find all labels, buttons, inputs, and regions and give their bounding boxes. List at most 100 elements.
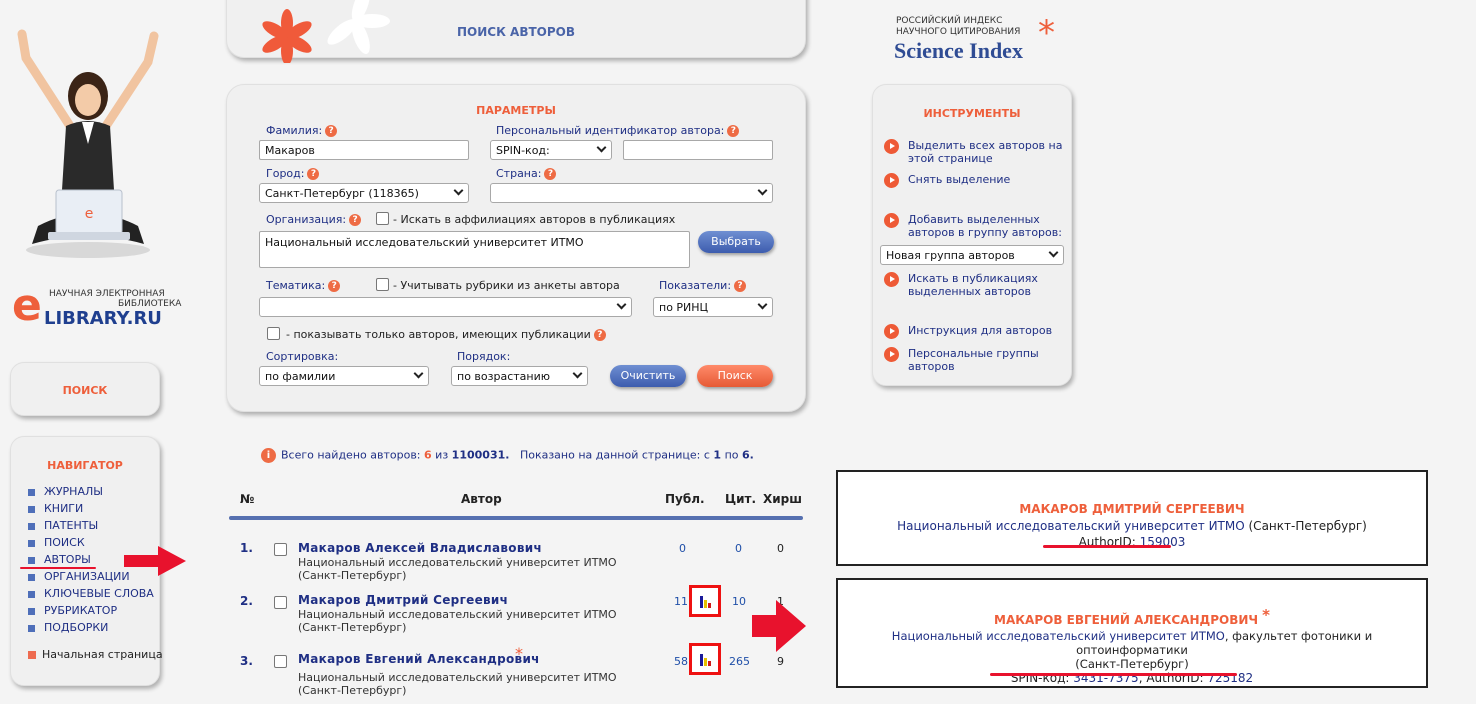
city-select[interactable]: Санкт-Петербург (118365): [259, 183, 469, 203]
sort-select[interactable]: по фамилии: [259, 366, 429, 386]
chevron-down-icon: [453, 185, 464, 196]
tool-select-all[interactable]: Выделить всех авторов на этой странице: [884, 139, 1068, 165]
elibrary-logo[interactable]: e НАУЧНАЯ ЭЛЕКТРОННАЯ БИБЛИОТЕКА LIBRARY…: [12, 280, 181, 331]
tool-personal-groups[interactable]: Персональные группы авторов: [884, 347, 1068, 373]
city-label: Город:?: [266, 167, 320, 180]
author-name-link[interactable]: Макаров Алексей Владиславович: [298, 541, 542, 555]
chevron-down-icon: [572, 368, 583, 379]
topic-select[interactable]: [259, 297, 632, 317]
brand-line1: РОССИЙСКИЙ ИНДЕКС: [896, 16, 1003, 26]
logo-name: LIBRARY.RU: [44, 308, 162, 329]
indicators-select[interactable]: по РИНЦ: [653, 297, 773, 317]
col-pubs[interactable]: Публ.: [665, 492, 705, 506]
bar-chart-icon: [700, 654, 711, 666]
card1-name: МАКАРОВ ДМИТРИЙ СЕРГЕЕВИЧ: [1019, 502, 1245, 516]
play-icon: [884, 324, 899, 339]
nav-item-journals[interactable]: ЖУРНАЛЫ: [28, 485, 103, 498]
help-icon[interactable]: ?: [349, 214, 362, 226]
cit-count[interactable]: 265: [724, 655, 750, 668]
row-checkbox[interactable]: [274, 543, 287, 556]
sort-label: Сортировка:: [266, 350, 339, 363]
bullet-icon: [28, 590, 35, 598]
nav-item-collections[interactable]: ПОДБОРКИ: [28, 621, 108, 634]
hirsch-index: 0: [777, 542, 784, 555]
tool-instructions[interactable]: Инструкция для авторов: [884, 324, 1068, 339]
header-tab: ПОИСК АВТОРОВ: [226, 0, 806, 63]
country-select[interactable]: [490, 183, 773, 203]
science-index-logo[interactable]: РОССИЙСКИЙ ИНДЕКС НАУЧНОГО ЦИТИРОВАНИЯ S…: [894, 16, 1074, 68]
org-label: Организация:?: [266, 213, 362, 226]
left-search-label[interactable]: ПОИСК: [11, 384, 159, 397]
author-name-link[interactable]: Макаров Дмитрий Сергеевич: [298, 593, 508, 607]
search-button[interactable]: Поиск: [697, 365, 773, 387]
page-title: ПОИСК АВТОРОВ: [456, 25, 576, 39]
nav-item-authors[interactable]: АВТОРЫ: [28, 553, 91, 566]
left-search-panel[interactable]: ПОИСК: [10, 362, 160, 416]
chevron-down-icon: [1048, 247, 1059, 258]
card2-org-line: Национальный исследовательский университ…: [891, 629, 1373, 657]
topic-checkbox[interactable]: [376, 278, 389, 291]
only-pubs-checkbox[interactable]: [267, 327, 280, 340]
nav-item-keywords[interactable]: КЛЮЧЕВЫЕ СЛОВА: [28, 587, 154, 600]
bullet-icon: [28, 539, 35, 547]
tool-deselect[interactable]: Снять выделение: [884, 173, 1068, 188]
help-icon[interactable]: ?: [593, 329, 606, 341]
chevron-down-icon: [757, 299, 768, 310]
bullet-icon: [28, 488, 35, 496]
help-icon[interactable]: ?: [734, 280, 747, 292]
card2-name-line: МАКАРОВ ЕВГЕНИЙ АЛЕКСАНДРОВИЧ *: [994, 606, 1270, 627]
brand-line2: НАУЧНОГО ЦИТИРОВАНИЯ: [896, 27, 1021, 37]
nav-item-search[interactable]: ПОИСК: [28, 536, 85, 549]
affil-checkbox[interactable]: [376, 212, 389, 225]
nav-item-organizations[interactable]: ОРГАНИЗАЦИИ: [28, 570, 130, 583]
order-select[interactable]: по возрастанию: [451, 366, 588, 386]
group-select[interactable]: Новая группа авторов: [880, 245, 1064, 265]
author-affiliation: Национальный исследовательский университ…: [298, 556, 617, 582]
author-card-1: МАКАРОВ ДМИТРИЙ СЕРГЕЕВИЧ Национальный и…: [836, 470, 1428, 566]
navigator-title: НАВИГАТОР: [47, 459, 123, 472]
row-checkbox[interactable]: [274, 655, 287, 668]
hirsch-index: 9: [777, 655, 784, 668]
tool-add-to-group[interactable]: Добавить выделенных авторов в группу авт…: [884, 213, 1068, 239]
cit-count[interactable]: 10: [724, 595, 746, 608]
results-summary: i Всего найдено авторов: 6 из 1100031. По…: [261, 448, 754, 463]
help-icon[interactable]: ?: [328, 280, 341, 292]
col-hirsch[interactable]: Хирш: [763, 492, 802, 506]
surname-input[interactable]: [259, 140, 469, 160]
cit-count[interactable]: 0: [722, 542, 742, 555]
nav-item-books[interactable]: КНИГИ: [28, 502, 83, 515]
pubs-count[interactable]: 0: [660, 542, 686, 555]
col-cit[interactable]: Цит.: [725, 492, 756, 506]
pubs-count[interactable]: 11: [662, 595, 688, 608]
help-icon[interactable]: ?: [727, 125, 740, 137]
play-icon: [884, 139, 899, 154]
star-mark-icon: *: [515, 644, 523, 663]
help-icon[interactable]: ?: [307, 168, 320, 180]
pubs-count[interactable]: 58: [662, 655, 688, 668]
analysis-chart-icon[interactable]: [689, 643, 721, 675]
row-checkbox[interactable]: [274, 596, 287, 609]
org-textarea[interactable]: Национальный исследовательский университ…: [259, 231, 690, 268]
author-affiliation: Национальный исследовательский университ…: [298, 608, 617, 634]
id-type-select[interactable]: SPIN-код:: [490, 140, 612, 160]
brand-asterisk-icon: *: [1038, 13, 1055, 53]
help-icon[interactable]: ?: [544, 168, 557, 180]
card1-id-underline: [1043, 545, 1171, 548]
play-icon: [884, 272, 899, 287]
help-icon[interactable]: ?: [325, 125, 338, 137]
id-input[interactable]: [623, 140, 773, 160]
tool-search-pubs[interactable]: Искать в публикациях выделенных авторов: [884, 272, 1068, 298]
chevron-down-icon: [596, 142, 607, 153]
bar-chart-icon: [700, 596, 711, 608]
analysis-chart-icon[interactable]: [689, 585, 721, 617]
bullet-icon: [28, 573, 35, 581]
col-author[interactable]: Автор: [461, 492, 502, 506]
nav-item-patents[interactable]: ПАТЕНТЫ: [28, 519, 98, 532]
nav-item-home[interactable]: Начальная страница: [28, 648, 163, 661]
author-name-link[interactable]: Макаров Евгений Александрович: [298, 652, 540, 666]
card1-org-line: Национальный исследовательский университ…: [897, 519, 1367, 533]
order-label: Порядок:: [457, 350, 511, 363]
nav-item-rubricator[interactable]: РУБРИКАТОР: [28, 604, 117, 617]
clear-button[interactable]: Очистить: [610, 365, 686, 387]
choose-button[interactable]: Выбрать: [698, 231, 774, 253]
